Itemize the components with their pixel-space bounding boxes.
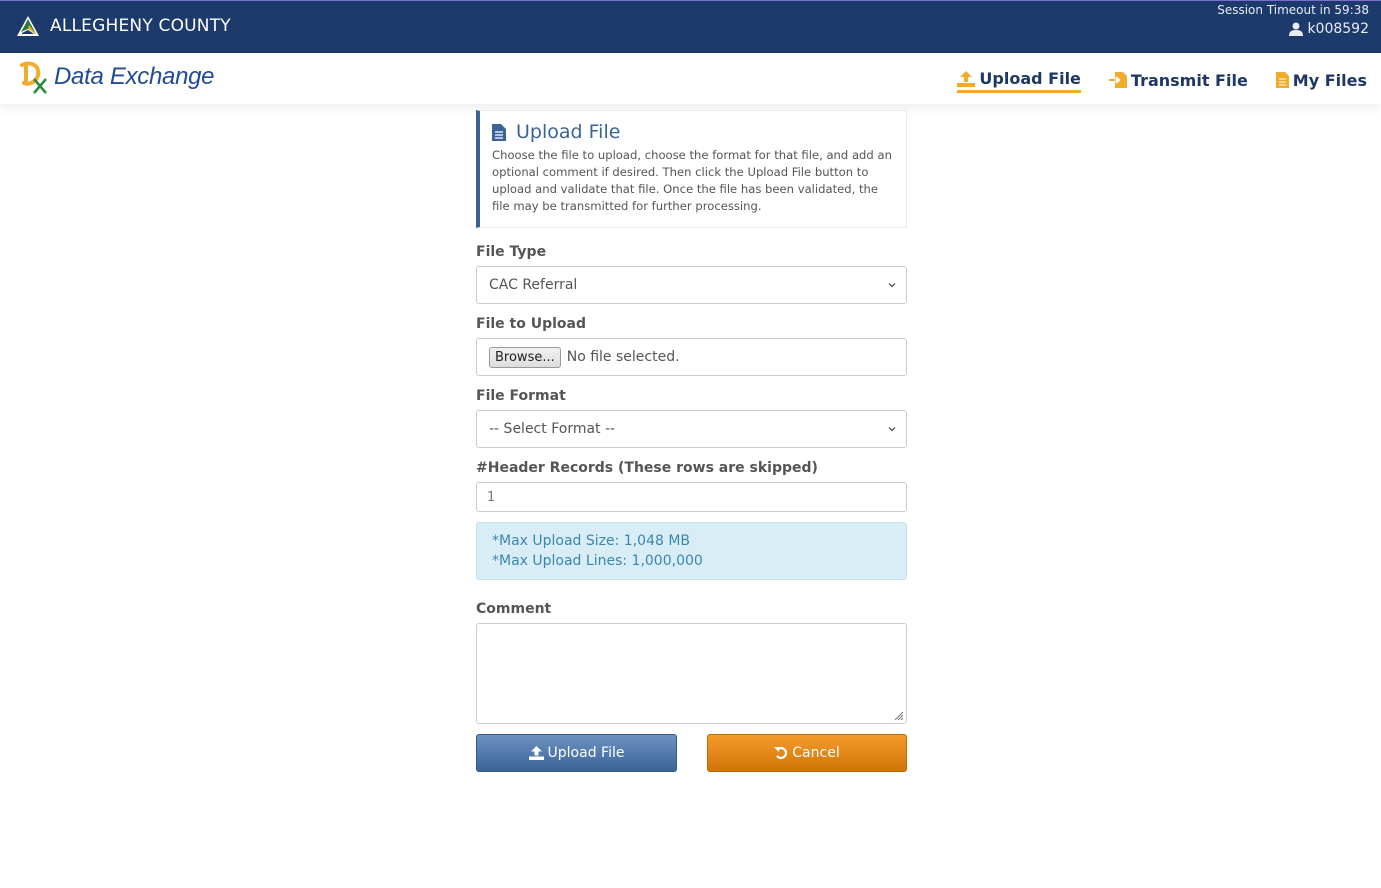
session-timeout: Session Timeout in 59:38 xyxy=(1217,3,1369,17)
nav-my-files-label: My Files xyxy=(1292,70,1367,90)
file-format-select[interactable]: -- Select Format -- xyxy=(476,410,907,448)
file-type-value: CAC Referral xyxy=(489,277,578,293)
brand-name: Data Exchange xyxy=(54,63,215,90)
navbar: Data Exchange Upload File Transmit File … xyxy=(0,53,1381,104)
file-upload-label: File to Upload xyxy=(476,316,586,332)
county-branding: ALLEGHENY COUNTY xyxy=(16,15,231,37)
header-records-label: #Header Records (These rows are skipped) xyxy=(476,460,818,476)
user-menu[interactable]: k008592 xyxy=(1289,21,1369,37)
form-actions: Upload File Cancel xyxy=(476,734,907,772)
main-nav: Upload File Transmit File My Files xyxy=(957,69,1367,93)
chevron-down-icon xyxy=(888,283,896,288)
file-format-label: File Format xyxy=(476,388,566,404)
top-bar: ALLEGHENY COUNTY Session Timeout in 59:3… xyxy=(0,0,1381,53)
dx-logo-icon xyxy=(20,61,47,94)
file-text-icon xyxy=(492,123,506,141)
file-upload-status: No file selected. xyxy=(566,349,680,365)
file-type-label: File Type xyxy=(476,244,547,260)
file-upload-field[interactable]: Browse... No file selected. xyxy=(476,338,907,376)
file-import-icon xyxy=(1108,72,1127,88)
max-upload-size: *Max Upload Size: 1,048 MB xyxy=(492,533,691,549)
browse-button[interactable]: Browse... xyxy=(489,346,561,368)
nav-upload-file[interactable]: Upload File xyxy=(957,69,1081,93)
header-records-input[interactable]: 1 xyxy=(476,482,907,512)
user-icon xyxy=(1289,22,1304,36)
mountain-logo-icon xyxy=(17,16,39,36)
upload-limits-alert: *Max Upload Size: 1,048 MB *Max Upload L… xyxy=(476,522,907,580)
comment-textarea[interactable] xyxy=(476,623,907,724)
brand[interactable]: Data Exchange xyxy=(18,59,215,95)
file-type-select[interactable]: CAC Referral xyxy=(476,266,907,304)
nav-upload-file-label: Upload File xyxy=(979,69,1081,88)
max-upload-lines: *Max Upload Lines: 1,000,000 xyxy=(492,553,703,569)
upload-icon xyxy=(957,70,976,87)
comment-label: Comment xyxy=(476,601,552,617)
file-icon xyxy=(1275,72,1289,88)
upload-file-button-label: Upload File xyxy=(547,745,625,761)
chevron-down-icon xyxy=(888,427,896,432)
undo-icon xyxy=(774,746,788,760)
resize-handle-icon[interactable] xyxy=(892,709,904,721)
header-records-value: 1 xyxy=(487,489,496,505)
info-description: Choose the file to upload, choose the fo… xyxy=(492,148,892,213)
info-title: Upload File xyxy=(492,121,894,143)
upload-form: Upload File Choose the file to upload, c… xyxy=(476,110,907,772)
nav-transmit-file[interactable]: Transmit File xyxy=(1108,69,1248,93)
file-format-value: -- Select Format -- xyxy=(489,421,616,437)
info-title-text: Upload File xyxy=(516,121,621,143)
cancel-button[interactable]: Cancel xyxy=(707,734,907,772)
cancel-button-label: Cancel xyxy=(792,745,840,761)
upload-icon xyxy=(528,746,544,760)
upload-file-button[interactable]: Upload File xyxy=(476,734,677,772)
county-name: ALLEGHENY COUNTY xyxy=(50,16,231,36)
username: k008592 xyxy=(1307,21,1369,37)
nav-transmit-file-label: Transmit File xyxy=(1130,70,1248,90)
info-panel: Upload File Choose the file to upload, c… xyxy=(476,110,907,228)
nav-my-files[interactable]: My Files xyxy=(1275,69,1367,93)
